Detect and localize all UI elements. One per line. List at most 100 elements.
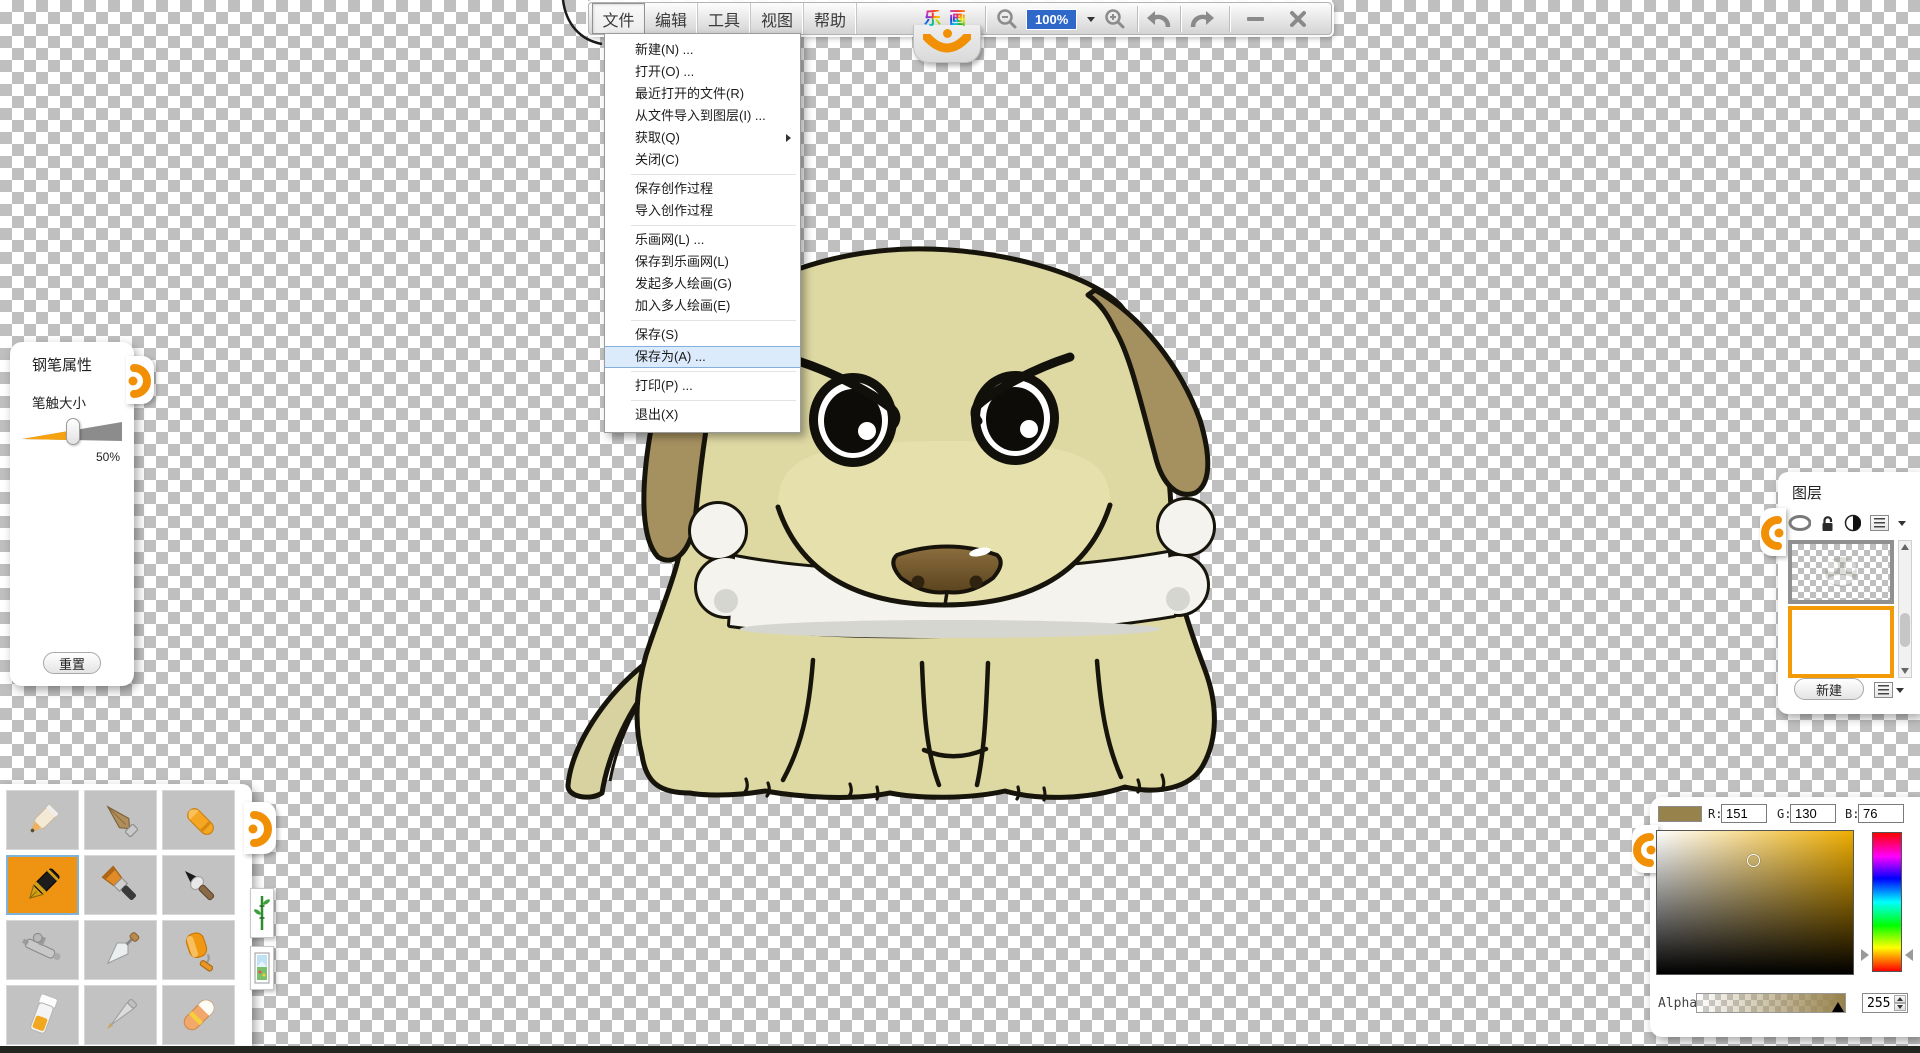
color-picker-panel: R: G: B: Alpha — [1650, 797, 1920, 1037]
layer-thumbnail-1[interactable] — [1788, 540, 1894, 604]
panel-collapse-handle[interactable] — [1632, 825, 1658, 873]
menu-view[interactable]: 视图 — [751, 3, 804, 34]
panel-collapse-handle[interactable] — [1760, 508, 1786, 556]
chevron-down-icon[interactable] — [1896, 688, 1904, 693]
menu-item-exit[interactable]: 退出(X) — [605, 404, 800, 426]
layers-options-icon[interactable] — [1874, 682, 1893, 698]
menu-item-save-as[interactable]: 保存为(A) ... — [605, 346, 800, 368]
layer-menu-icon[interactable] — [1870, 515, 1889, 531]
menu-separator — [631, 320, 796, 321]
tool-ink-brush[interactable] — [162, 855, 235, 915]
menu-item-open[interactable]: 打开(O) ... — [605, 61, 800, 83]
menu-help[interactable]: 帮助 — [804, 3, 857, 34]
undo-icon — [1145, 8, 1173, 30]
menu-separator — [631, 225, 796, 226]
menu-item-lehua-web[interactable]: 乐画网(L) ... — [605, 229, 800, 251]
tool-wood-brush[interactable] — [84, 790, 157, 850]
zoom-in-button[interactable] — [1099, 5, 1131, 33]
alpha-marker-icon[interactable] — [1832, 1002, 1844, 1012]
scrollbar-thumb[interactable] — [1900, 613, 1910, 647]
spin-up-button[interactable] — [1894, 995, 1906, 1003]
close-button[interactable] — [1279, 5, 1317, 33]
hue-marker-right-icon[interactable] — [1905, 949, 1913, 961]
contrast-icon[interactable] — [1844, 514, 1862, 532]
zoom-level-caret[interactable] — [1085, 5, 1097, 33]
alpha-spinner — [1862, 993, 1908, 1013]
lock-icon[interactable] — [1820, 515, 1835, 532]
panel-handle-icon — [126, 356, 154, 404]
menu-file[interactable]: 文件 — [592, 3, 645, 34]
alpha-field[interactable] — [1867, 995, 1893, 1011]
menu-separator — [631, 371, 796, 372]
undo-button[interactable] — [1142, 5, 1176, 33]
menu-item-recent[interactable]: 最近打开的文件(R) — [605, 83, 800, 105]
zoom-level-value[interactable]: 100% — [1026, 9, 1077, 30]
menu-item-join-multi[interactable]: 加入多人绘画(E) — [605, 295, 800, 317]
tool-fountain-pen[interactable] — [6, 855, 79, 915]
sv-marker[interactable] — [1747, 854, 1760, 867]
hue-marker-left-icon[interactable] — [1861, 949, 1869, 961]
tool-palette-knife[interactable] — [84, 920, 157, 980]
minimize-button[interactable] — [1237, 5, 1273, 33]
alpha-slider[interactable] — [1696, 993, 1846, 1013]
visibility-icon[interactable] — [1788, 515, 1811, 531]
red-field[interactable] — [1721, 804, 1767, 823]
tool-grid — [6, 790, 235, 1045]
brush-size-slider[interactable] — [22, 418, 122, 446]
menu-item-save-process[interactable]: 保存创作过程 — [605, 178, 800, 200]
tool-pencil[interactable] — [6, 790, 79, 850]
scroll-up-icon[interactable] — [1901, 544, 1909, 550]
menu-separator — [631, 400, 796, 401]
tool-liner-brush[interactable] — [84, 985, 157, 1045]
menu-item-print[interactable]: 打印(P) ... — [605, 375, 800, 397]
menu-item-label: 获取(Q) — [635, 130, 680, 145]
menu-item-close-file[interactable]: 关闭(C) — [605, 149, 800, 171]
logo-hua-icon: 画 — [949, 10, 966, 27]
brush-size-label: 笔触大小 — [32, 392, 86, 412]
saturation-value-field[interactable] — [1656, 830, 1854, 975]
file-menu-dropdown: 新建(N) ... 打开(O) ... 最近打开的文件(R) 从文件导入到图层(… — [604, 33, 801, 433]
menu-item-save-to-lehua[interactable]: 保存到乐画网(L) — [605, 251, 800, 273]
palette-knife-icon — [99, 928, 143, 972]
layer-thumbnail-2-selected[interactable] — [1788, 606, 1894, 678]
tool-flat-brush[interactable] — [84, 855, 157, 915]
menu-edit[interactable]: 编辑 — [645, 3, 698, 34]
scroll-down-icon[interactable] — [1901, 668, 1909, 674]
close-icon — [1289, 10, 1307, 28]
panel-title: 钢笔属性 — [32, 354, 92, 375]
slider-thumb[interactable] — [66, 418, 80, 445]
menu-tools[interactable]: 工具 — [698, 3, 751, 34]
zoom-level-combo[interactable]: 100% — [1026, 5, 1077, 33]
texture-tool-button[interactable] — [250, 946, 274, 990]
tool-paint-roller[interactable] — [162, 920, 235, 980]
menu-item-import-layer[interactable]: 从文件导入到图层(I) ... — [605, 105, 800, 127]
reset-button[interactable]: 重置 — [43, 652, 101, 674]
liner-brush-icon — [99, 993, 143, 1037]
menu-item-start-multi[interactable]: 发起多人绘画(G) — [605, 273, 800, 295]
tool-crayon[interactable] — [162, 790, 235, 850]
menu-item-save[interactable]: 保存(S) — [605, 324, 800, 346]
panel-collapse-handle[interactable] — [126, 356, 154, 404]
pen-properties-panel: 钢笔属性 笔触大小 50% 重置 — [10, 342, 134, 686]
tool-eraser[interactable] — [162, 985, 235, 1045]
palette-collapse-handle[interactable] — [244, 802, 276, 854]
spin-down-button[interactable] — [1894, 1003, 1906, 1011]
layers-scrollbar[interactable] — [1898, 540, 1912, 678]
panel-title: 图层 — [1792, 482, 1822, 503]
menu-item-import-process[interactable]: 导入创作过程 — [605, 200, 800, 222]
blue-field[interactable] — [1858, 804, 1904, 823]
green-field[interactable] — [1790, 804, 1836, 823]
zoom-out-button[interactable] — [991, 5, 1023, 33]
layers-panel: 图层 新建 — [1778, 472, 1920, 714]
chevron-down-icon[interactable] — [1898, 521, 1906, 526]
drawing-canvas[interactable] — [0, 0, 1920, 1053]
tool-paint-bottle[interactable] — [6, 985, 79, 1045]
bamboo-tool-button[interactable] — [250, 888, 274, 938]
menu-item-acquire[interactable]: 获取(Q) — [605, 127, 800, 149]
new-layer-button[interactable]: 新建 — [1794, 678, 1864, 700]
submenu-arrow-icon — [786, 134, 791, 142]
menu-item-new[interactable]: 新建(N) ... — [605, 39, 800, 61]
hue-bar[interactable] — [1872, 832, 1902, 972]
tool-airbrush[interactable] — [6, 920, 79, 980]
redo-button[interactable] — [1185, 5, 1219, 33]
